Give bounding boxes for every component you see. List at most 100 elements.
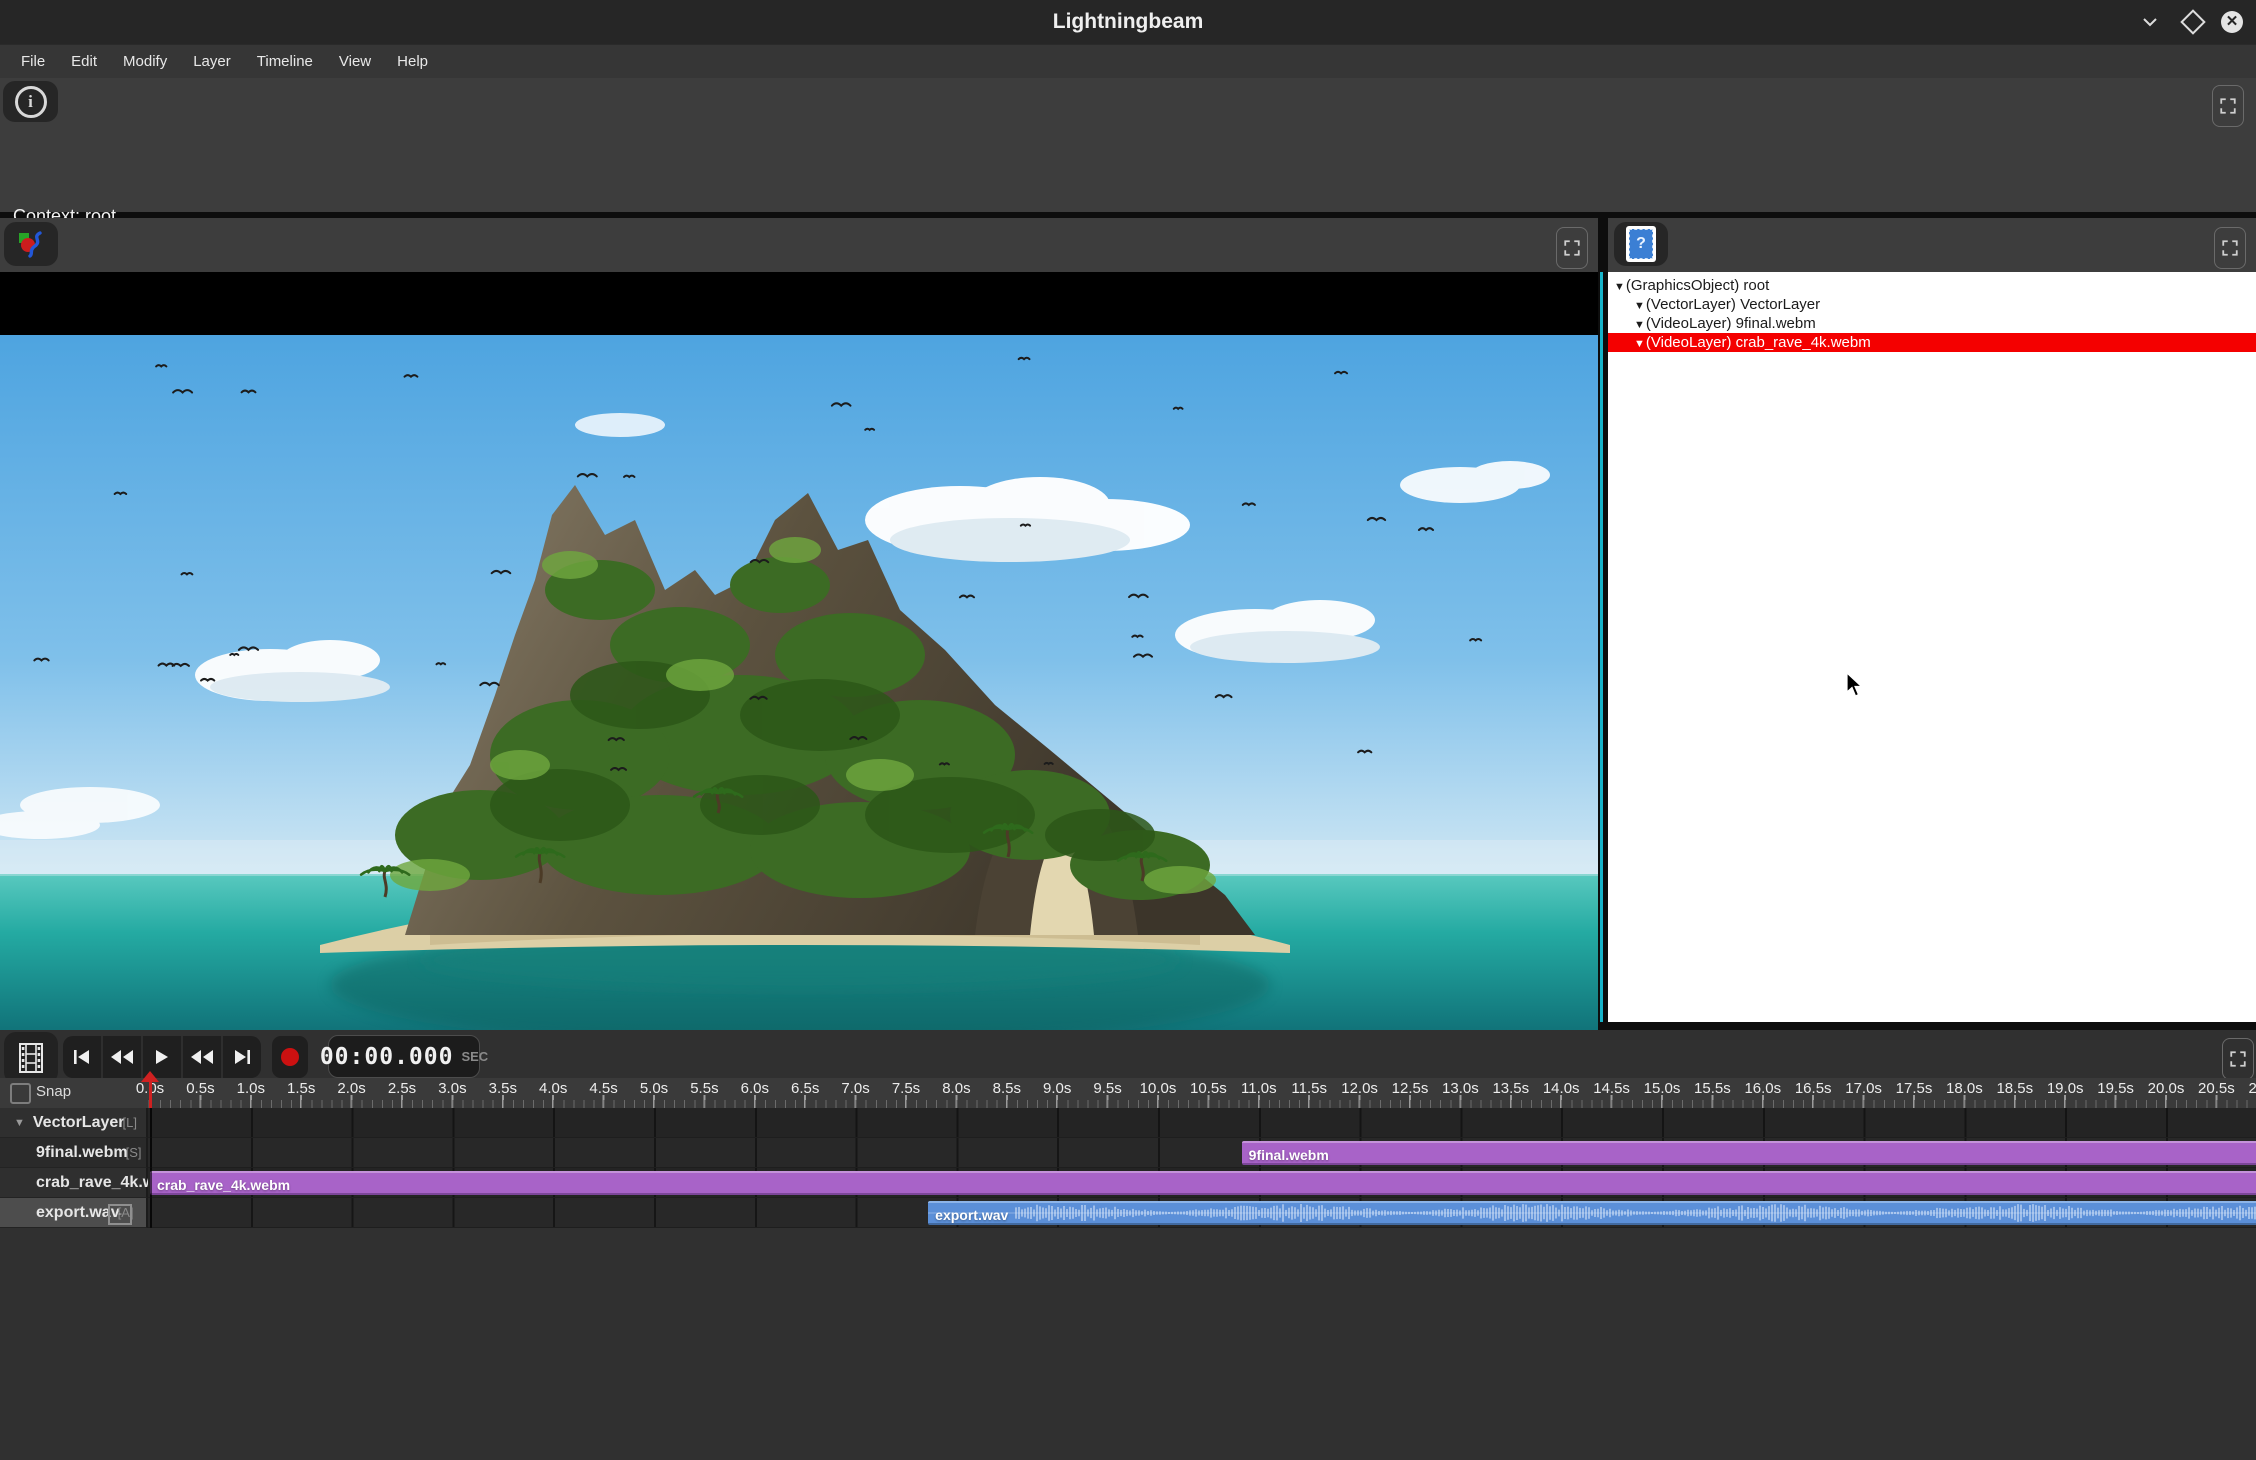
timeline-mode-button[interactable]: [4, 1032, 58, 1084]
info-panel: i Context: root Selected Object: [0, 78, 2256, 212]
object-tree: ▼(GraphicsObject) root▼(VectorLayer) Vec…: [1608, 272, 2256, 1022]
ruler-tick-label: 4.0s: [539, 1080, 567, 1097]
draw-tools-button[interactable]: [4, 222, 58, 266]
tree-item-label: (VideoLayer) crab_rave_4k.webm: [1646, 334, 1871, 351]
record-button[interactable]: [272, 1036, 308, 1078]
ruler-tick-label: 4.5s: [589, 1080, 617, 1097]
record-icon: [281, 1048, 299, 1066]
ruler-tick-label: 5.0s: [640, 1080, 668, 1097]
track-mute-checkbox[interactable]: -: [108, 1204, 132, 1225]
track-label-export.wav[interactable]: export.wav[A]-: [0, 1198, 148, 1228]
ruler-tick-label: 1.0s: [237, 1080, 265, 1097]
title-bar: Lightningbeam ✕: [0, 0, 2256, 44]
tree-expander-icon[interactable]: ▼: [1634, 338, 1645, 350]
track-lane[interactable]: export.wav: [148, 1198, 2256, 1228]
tree-expander-icon[interactable]: ▼: [1614, 281, 1625, 293]
ruler-tick-label: 14.5s: [1593, 1080, 1630, 1097]
track-lane[interactable]: [148, 1108, 2256, 1138]
ruler-tick-label: 8.5s: [993, 1080, 1021, 1097]
ruler-tick-label: 7.5s: [892, 1080, 920, 1097]
tree-expand-button[interactable]: [2214, 227, 2246, 269]
stage-canvas[interactable]: [0, 272, 1598, 1022]
track-row: crab_rave_4k.webm[S] crab_rave_4k.webm: [0, 1168, 2256, 1198]
tree-panel-button[interactable]: ?: [1614, 222, 1668, 266]
track-label-vectorlayer[interactable]: ▼VectorLayer[L]: [0, 1108, 148, 1138]
menu-item-file[interactable]: File: [8, 45, 58, 79]
tree-item[interactable]: ▼(GraphicsObject) root: [1608, 276, 2256, 295]
track-row: export.wav[A]- export.wav: [0, 1198, 2256, 1228]
menu-item-layer[interactable]: Layer: [180, 45, 244, 79]
ruler-tick-label: 20.5s: [2198, 1080, 2235, 1097]
menu-item-modify[interactable]: Modify: [110, 45, 180, 79]
ruler-tick-label: 12.5s: [1392, 1080, 1429, 1097]
ruler-tick-label: 17.5s: [1896, 1080, 1933, 1097]
menu-item-view[interactable]: View: [326, 45, 384, 79]
ruler-tick-label: 15.5s: [1694, 1080, 1731, 1097]
ruler-tick-label: 10.5s: [1190, 1080, 1227, 1097]
tree-item[interactable]: ▼(VideoLayer) crab_rave_4k.webm: [1608, 333, 2256, 352]
expand-icon: [2221, 239, 2239, 257]
skip-to-end-button[interactable]: [223, 1036, 261, 1078]
clip-export.wav[interactable]: export.wav: [928, 1201, 2256, 1225]
track-collapse-icon[interactable]: ▼: [14, 1117, 25, 1129]
playhead[interactable]: [149, 1078, 152, 1108]
ruler-tick-label: 2.5s: [388, 1080, 416, 1097]
close-icon[interactable]: ✕: [2218, 8, 2246, 36]
track-label-9final.webm[interactable]: 9final.webm[S]: [0, 1138, 148, 1168]
tree-expander-icon[interactable]: ▼: [1634, 319, 1645, 331]
track-name: VectorLayer: [33, 1114, 125, 1132]
ruler-tick-label: 8.0s: [942, 1080, 970, 1097]
track-row: 9final.webm[S]9final.webm: [0, 1138, 2256, 1168]
timeline-panel: 00:00.000 SEC Snap 0.0s0.5s1.0s1.5s2.0s2…: [0, 1030, 2256, 1460]
track-row: ▼VectorLayer[L]: [0, 1108, 2256, 1138]
maximize-icon[interactable]: [2179, 8, 2207, 36]
clip-label: export.wav: [935, 1207, 1008, 1223]
ruler-tick-label: 5.5s: [690, 1080, 718, 1097]
skip-to-start-button[interactable]: [63, 1036, 103, 1078]
clip-crab_rave_4k.webm[interactable]: crab_rave_4k.webm: [150, 1171, 2256, 1195]
ruler-tick-label: 2.0s: [337, 1080, 365, 1097]
stage-expand-button[interactable]: [1556, 227, 1588, 269]
expand-icon: [2219, 97, 2237, 115]
menu-item-timeline[interactable]: Timeline: [244, 45, 326, 79]
clip-9final.webm[interactable]: 9final.webm: [1242, 1141, 2256, 1165]
ruler-tick-label: 1.5s: [287, 1080, 315, 1097]
menu-item-edit[interactable]: Edit: [58, 45, 110, 79]
playhead-tail: [150, 1108, 152, 1228]
track-name: 9final.webm: [36, 1144, 128, 1162]
video-frame-island: [0, 335, 1598, 1043]
ruler-tick-label: 3.0s: [438, 1080, 466, 1097]
ruler-tick-label: 17.0s: [1845, 1080, 1882, 1097]
info-button[interactable]: i: [3, 81, 58, 122]
timeline-ruler[interactable]: Snap 0.0s0.5s1.0s1.5s2.0s2.5s3.0s3.5s4.0…: [0, 1078, 2256, 1108]
ruler-tick-label: 14.0s: [1543, 1080, 1580, 1097]
fast-forward-button[interactable]: [183, 1036, 223, 1078]
panel-splitter[interactable]: [1600, 272, 1603, 1022]
tree-item[interactable]: ▼(VideoLayer) 9final.webm: [1608, 314, 2256, 333]
clip-label: crab_rave_4k.webm: [157, 1177, 290, 1193]
expand-icon: [2229, 1050, 2247, 1068]
ruler-tick-label: 19.0s: [2047, 1080, 2084, 1097]
menu-item-help[interactable]: Help: [384, 45, 441, 79]
ruler-tick-label: 13.5s: [1492, 1080, 1529, 1097]
snap-label: Snap: [36, 1083, 71, 1100]
menu-bar: FileEditModifyLayerTimelineViewHelp: [0, 44, 2256, 78]
rewind-button[interactable]: [103, 1036, 143, 1078]
track-lane[interactable]: crab_rave_4k.webm: [148, 1168, 2256, 1198]
info-panel-expand-button[interactable]: [2212, 85, 2244, 127]
tree-item[interactable]: ▼(VectorLayer) VectorLayer: [1608, 295, 2256, 314]
ruler-tick-label: 15.0s: [1644, 1080, 1681, 1097]
minimize-icon[interactable]: [2136, 8, 2164, 36]
timeline-expand-button[interactable]: [2222, 1038, 2254, 1080]
ruler-tick-label: 13.0s: [1442, 1080, 1479, 1097]
tree-item-label: (VectorLayer) VectorLayer: [1646, 296, 1820, 313]
ruler-tick-label: 6.0s: [741, 1080, 769, 1097]
snap-checkbox[interactable]: [10, 1083, 31, 1104]
track-label-crab_rave_4k.webm[interactable]: crab_rave_4k.webm[S]: [0, 1168, 148, 1198]
placeholder-image-icon: ?: [1626, 226, 1656, 262]
track-lane[interactable]: 9final.webm: [148, 1138, 2256, 1168]
playhead-arrow-icon[interactable]: [141, 1071, 159, 1082]
ruler-tick-label: 3.5s: [489, 1080, 517, 1097]
ruler-tick-label: 11.5s: [1291, 1080, 1327, 1097]
tree-expander-icon[interactable]: ▼: [1634, 300, 1645, 312]
